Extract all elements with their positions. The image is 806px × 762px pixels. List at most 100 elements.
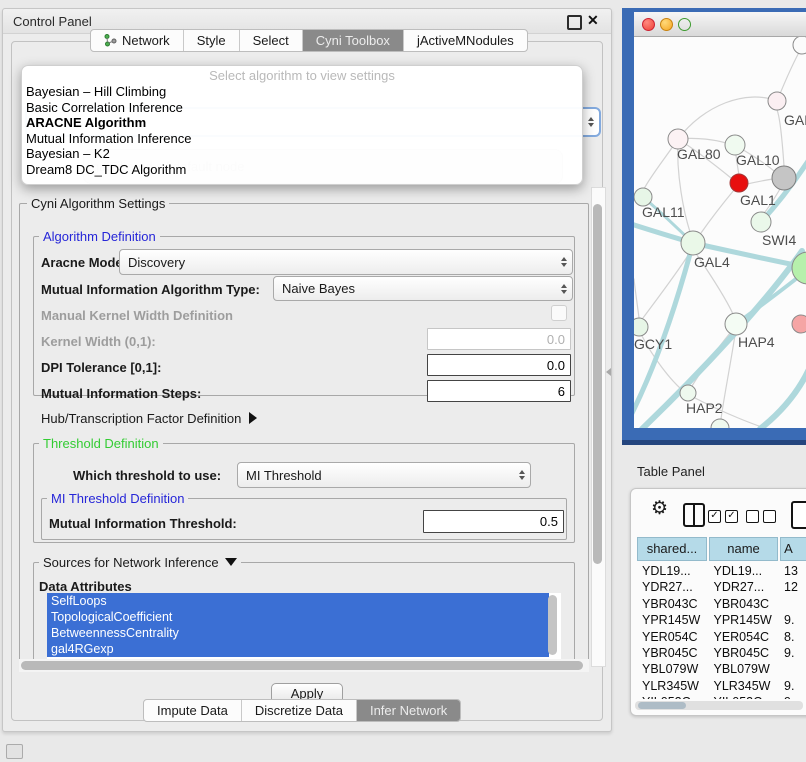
network-node-gal1[interactable]	[730, 174, 748, 192]
tab-label: Style	[197, 33, 226, 48]
expander-expanded-icon	[225, 558, 237, 566]
close-icon[interactable]: ✕	[587, 12, 599, 29]
attributes-scrollbar[interactable]	[548, 595, 557, 655]
table-row[interactable]: YPR145WYPR145W9.	[637, 612, 806, 628]
table-row[interactable]: YBR043CYBR043C	[637, 596, 806, 612]
attribute-item[interactable]: SelfLoops	[47, 593, 549, 609]
tab-style[interactable]: Style	[184, 30, 240, 51]
table-cell: YPR145W	[637, 612, 708, 628]
dpi-tolerance-label: DPI Tolerance [0,1]:	[41, 360, 161, 375]
column-header[interactable]: name	[709, 537, 778, 561]
scrollbar-thumb[interactable]	[593, 204, 602, 564]
table-horizontal-scrollbar[interactable]	[635, 701, 803, 710]
algorithm-option[interactable]: Bayesian – K2	[22, 146, 582, 162]
zoom-traffic-light-icon[interactable]	[678, 18, 691, 31]
network-node[interactable]	[793, 37, 806, 54]
network-node-hap2[interactable]	[680, 385, 696, 401]
dpi-tolerance-input[interactable]	[427, 354, 571, 376]
network-node-gcy1[interactable]	[634, 318, 648, 336]
mi-type-select[interactable]: Naive Bayes	[273, 276, 573, 301]
algorithm-option[interactable]: Basic Correlation Inference	[22, 100, 582, 116]
network-node-hap4[interactable]	[725, 313, 747, 335]
table-row[interactable]: YER054CYER054C8.	[637, 629, 806, 645]
settings-vertical-scrollbar[interactable]	[591, 187, 606, 667]
algorithm-option[interactable]: ARACNE Algorithm	[22, 115, 582, 131]
table-row[interactable]: YDR27...YDR27...12	[637, 579, 806, 595]
network-edge-highlighted[interactable]	[760, 367, 806, 428]
network-node[interactable]	[711, 419, 729, 428]
mi-threshold-input[interactable]	[423, 510, 564, 533]
close-traffic-light-icon[interactable]	[642, 18, 655, 31]
minimize-traffic-light-icon[interactable]	[660, 18, 673, 31]
hub-expander[interactable]: Hub/Transcription Factor Definition	[41, 411, 257, 426]
select-all-checkboxes-icon[interactable]: ✓✓	[708, 510, 738, 523]
tab-infer-network[interactable]: Infer Network	[357, 700, 460, 721]
algorithm-option[interactable]: Dream8 DC_TDC Algorithm	[22, 162, 582, 178]
network-edge[interactable]	[678, 97, 777, 139]
gear-icon[interactable]: ⚙	[651, 499, 668, 519]
network-edge[interactable]	[634, 279, 639, 318]
which-threshold-label: Which threshold to use:	[73, 468, 221, 483]
algorithm-option[interactable]: Mutual Information Inference	[22, 131, 582, 147]
table-cell: 9.	[779, 612, 806, 628]
attribute-item[interactable]: gal4RGexp	[47, 641, 549, 657]
table-function-icon[interactable]	[791, 501, 806, 529]
tab-label: Impute Data	[157, 703, 228, 718]
scrollbar-thumb[interactable]	[21, 661, 583, 670]
manual-kernel-checkbox[interactable]	[551, 305, 567, 321]
attribute-item[interactable]: TopologicalCoefficient	[47, 609, 549, 625]
column-header[interactable]: shared...	[637, 537, 707, 561]
tab-cyni-toolbox[interactable]: Cyni Toolbox	[303, 30, 404, 51]
tab-select[interactable]: Select	[240, 30, 303, 51]
minimized-panel-icon[interactable]	[6, 744, 23, 759]
kernel-width-input[interactable]	[427, 328, 571, 350]
tab-discretize-data[interactable]: Discretize Data	[242, 700, 357, 721]
network-node[interactable]	[772, 166, 796, 190]
float-panel-icon[interactable]	[567, 15, 582, 30]
table-row[interactable]: YLR345WYLR345W9.	[637, 678, 806, 694]
network-node-swi4[interactable]	[751, 212, 771, 232]
node-label: GAL	[784, 112, 806, 128]
attribute-item[interactable]: BetweennessCentrality	[47, 625, 549, 641]
network-node-gal4[interactable]	[681, 231, 705, 255]
network-node-gal[interactable]	[768, 92, 786, 110]
algorithm-list: Bayesian – Hill ClimbingBasic Correlatio…	[22, 84, 582, 178]
settings-horizontal-scrollbar[interactable]	[19, 659, 589, 672]
table-row[interactable]: YBR045CYBR045C9.	[637, 645, 806, 661]
table-row[interactable]: YBL079WYBL079W	[637, 661, 806, 677]
tab-label: Select	[253, 33, 289, 48]
cyni-bottom-tabs: Impute Data Discretize DataInfer Network	[143, 699, 461, 722]
tab-jactivemnodules[interactable]: jActiveMNodules	[404, 30, 527, 51]
table-cell: 9.	[779, 678, 806, 694]
column-layout-icon[interactable]	[683, 503, 705, 527]
network-edge[interactable]	[701, 190, 734, 233]
splitter-collapse-icon[interactable]	[606, 368, 611, 376]
network-edge-highlighted[interactable]	[736, 271, 806, 324]
mi-steps-input[interactable]	[427, 380, 571, 402]
table-header-row: shared...nameA	[637, 537, 806, 561]
network-edge[interactable]	[747, 179, 773, 184]
node-label: GAL1	[740, 192, 776, 208]
table-cell: YLR345W	[708, 678, 779, 694]
deselect-all-checkboxes-icon[interactable]	[746, 510, 776, 523]
scrollbar-thumb[interactable]	[638, 702, 686, 709]
mi-steps-label: Mutual Information Steps:	[41, 386, 201, 401]
table-cell: YBL079W	[708, 661, 779, 677]
threshold-group-title: Threshold Definition	[39, 436, 163, 451]
table-row[interactable]: YIL052CYIL052C9.	[637, 694, 806, 699]
which-threshold-select[interactable]: MI Threshold	[237, 462, 531, 488]
aracne-mode-label: Aracne Mode:	[41, 255, 127, 270]
tab-impute-data[interactable]: Impute Data	[144, 700, 242, 721]
column-header[interactable]: A	[780, 537, 806, 561]
algorithm-option[interactable]: Bayesian – Hill Climbing	[22, 84, 582, 100]
table-cell: YDL19...	[708, 563, 779, 579]
table-row[interactable]: YDL19...YDL19...13	[637, 563, 806, 579]
aracne-mode-select[interactable]: Discovery	[119, 249, 573, 275]
tab-label: jActiveMNodules	[417, 33, 514, 48]
algorithm-dropdown-popup: Select algorithm to view settings Bayesi…	[21, 65, 583, 185]
network-node-y[interactable]	[792, 315, 806, 333]
table-cell: YPR145W	[708, 612, 779, 628]
manual-kernel-label: Manual Kernel Width Definition	[41, 308, 233, 323]
tab-network[interactable]: Network	[91, 30, 184, 51]
network-canvas[interactable]: GALGAL80GAL10GAL1SWI4GAL11GAL4GCY1HAP4YH…	[634, 37, 806, 428]
